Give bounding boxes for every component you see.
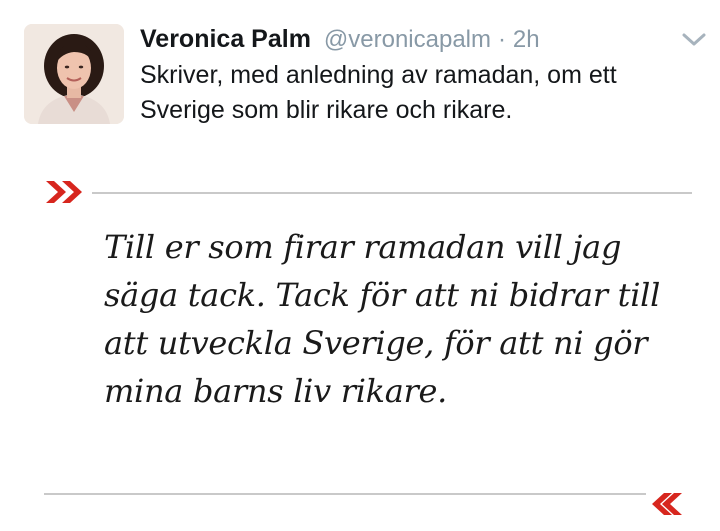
- display-name[interactable]: Veronica Palm: [140, 25, 311, 53]
- separator-dot: ·: [497, 26, 506, 53]
- quote-text: Till er som firar ramadan vill jag säga …: [104, 228, 661, 410]
- quote-divider-bottom: [44, 493, 646, 495]
- tweet-header: Veronica Palm @veronicapalm · 2h: [140, 22, 540, 57]
- timestamp[interactable]: 2h: [513, 26, 540, 53]
- quote-close-icon: [646, 490, 694, 518]
- user-handle[interactable]: @veronicapalm: [324, 26, 491, 53]
- profile-photo-icon: [24, 24, 124, 124]
- quote-open-icon: [42, 178, 90, 206]
- avatar[interactable]: [24, 24, 124, 124]
- quote-divider-top: [92, 192, 692, 194]
- tweet-text: Skriver, med anledning av ramadan, om et…: [140, 61, 617, 124]
- chevron-down-icon[interactable]: [680, 30, 708, 50]
